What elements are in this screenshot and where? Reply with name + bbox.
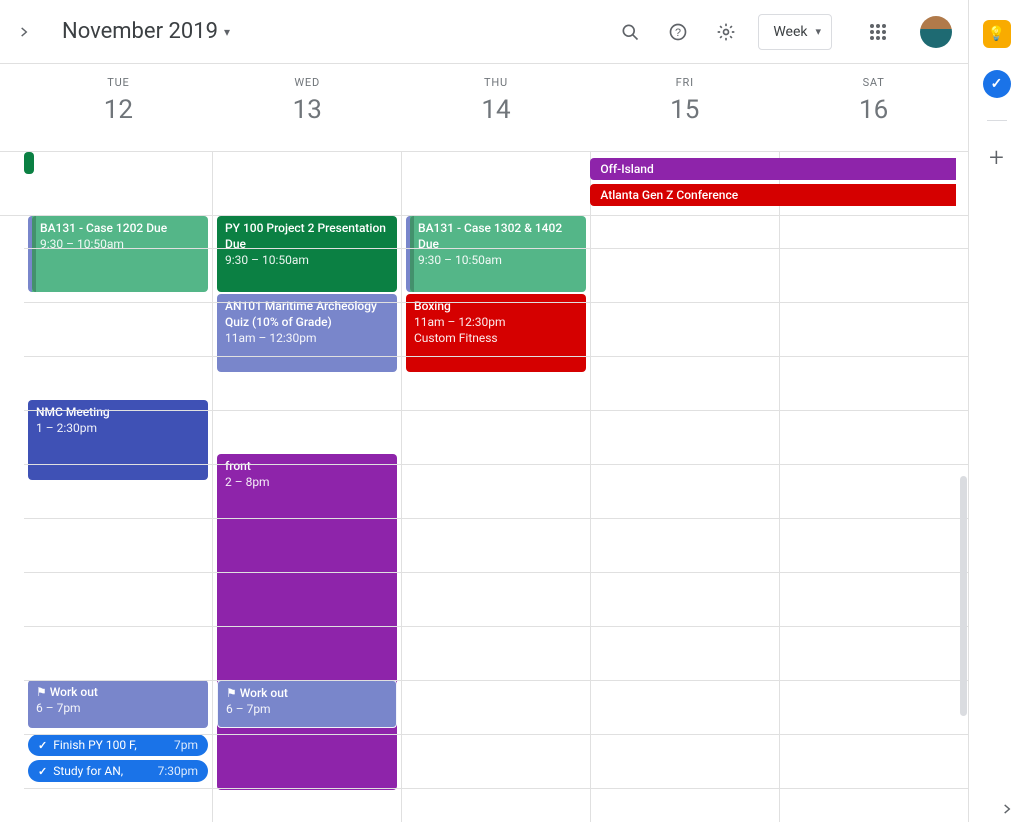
allday-event-off-island[interactable]: Off-Island [590,158,956,180]
header-title: November 2019 [62,19,218,44]
scrollbar-thumb[interactable] [960,476,967,716]
caret-down-icon: ▾ [224,25,230,39]
date-range-picker[interactable]: November 2019 ▾ [62,19,230,44]
day-header-row: TUE12 WED13 THU14 FRI15 SAT16 [0,64,968,152]
allday-event-atlanta-genz[interactable]: Atlanta Gen Z Conference [590,184,956,206]
time-grid[interactable]: BA131 - Case 1202 Due9:30 – 10:50am NMC M… [0,216,968,822]
event-front[interactable]: front2 – 8pm [217,454,397,790]
event-py100-proj2[interactable]: PY 100 Project 2 Presentation Due9:30 – … [217,216,397,292]
settings-button[interactable] [706,12,746,52]
search-button[interactable] [610,12,650,52]
task-finish-py100[interactable]: Finish PY 100 F,7pm [28,734,208,756]
day-header[interactable]: TUE12 [24,64,213,151]
google-apps-button[interactable] [858,12,898,52]
day-header[interactable]: THU14 [402,64,591,151]
divider [987,120,1007,121]
account-avatar[interactable] [920,16,952,48]
event-workout-wed[interactable]: Work out6 – 7pm [217,680,397,728]
day-header[interactable]: SAT16 [779,64,968,151]
app-header: November 2019 ▾ ? Week ▾ [0,0,968,64]
day-header[interactable]: FRI15 [590,64,779,151]
svg-text:?: ? [675,26,681,38]
event-boxing[interactable]: Boxing11am – 12:30pmCustom Fitness [406,294,586,372]
hide-panel-button[interactable] [1000,802,1014,816]
event-ba131-1302-1402[interactable]: BA131 - Case 1302 & 1402 Due9:30 – 10:50… [406,216,586,292]
view-selector[interactable]: Week ▾ [758,14,832,50]
event-an101-quiz[interactable]: AN101 Maritime Archeology Quiz (10% of G… [217,294,397,372]
tasks-icon[interactable] [983,70,1011,98]
add-addon-button[interactable]: + [989,143,1004,173]
view-selector-label: Week [773,24,807,40]
event-nmc-meeting[interactable]: NMC Meeting1 – 2:30pm [28,400,208,480]
task-study-an[interactable]: Study for AN,7:30pm [28,760,208,782]
event-workout-tue[interactable]: Work out6 – 7pm [28,680,208,728]
allday-event-partial[interactable] [24,152,34,174]
next-period-button[interactable] [12,20,36,44]
event-ba131-1202[interactable]: BA131 - Case 1202 Due9:30 – 10:50am [28,216,208,292]
allday-row: Off-Island Atlanta Gen Z Conference [0,152,968,216]
keep-icon[interactable] [983,20,1011,48]
side-panel: + [968,0,1024,822]
help-button[interactable]: ? [658,12,698,52]
caret-down-icon: ▾ [815,25,821,38]
day-header[interactable]: WED13 [213,64,402,151]
